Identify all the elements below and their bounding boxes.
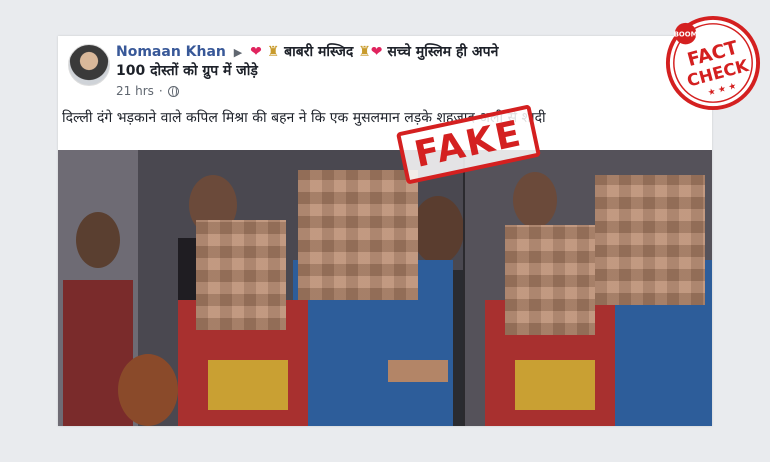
blurred-face-bride: [196, 220, 286, 330]
blurred-face-bride: [505, 225, 595, 335]
group-name-part-2[interactable]: सच्चे मुस्लिम ही अपने: [387, 44, 498, 60]
badge-top-text: BOOM: [674, 31, 698, 39]
post-header: Nomaan Khan ▶ ❤ ♜ बाबरी मस्जिद ♜❤ सच्चे …: [116, 43, 586, 81]
photo-panel-right: [465, 150, 712, 426]
blurred-face-groom: [595, 175, 705, 305]
separator: ·: [158, 84, 163, 98]
post-timestamp[interactable]: 21 hrs: [116, 84, 154, 98]
author-name[interactable]: Nomaan Khan: [116, 44, 226, 60]
blurred-face-groom: [298, 170, 418, 300]
fact-check-badge: BOOM FACT CHECK ★ ★ ★: [665, 15, 761, 111]
post-photo[interactable]: [58, 150, 712, 426]
castle-icon: ♜: [266, 44, 280, 60]
photo-panel-left: [58, 150, 463, 426]
post-meta: 21 hrs ·: [116, 84, 179, 98]
author-avatar[interactable]: [68, 44, 110, 86]
heart-icon: ❤: [370, 44, 383, 60]
heart-icon: ❤: [250, 44, 262, 60]
group-name-part-3[interactable]: 100 दोस्तों को ग्रुप में जोड़े: [116, 63, 258, 79]
globe-icon[interactable]: [167, 85, 179, 97]
group-name-part-1[interactable]: बाबरी मस्जिद: [284, 44, 353, 60]
facebook-post: Nomaan Khan ▶ ❤ ♜ बाबरी मस्जिद ♜❤ सच्चे …: [58, 36, 712, 426]
arrow-right-icon: ▶: [233, 46, 243, 59]
post-text: दिल्ली दंगे भड़काने वाले कपिल मिश्रा की …: [62, 110, 546, 126]
castle-icon: ♜: [358, 44, 371, 60]
